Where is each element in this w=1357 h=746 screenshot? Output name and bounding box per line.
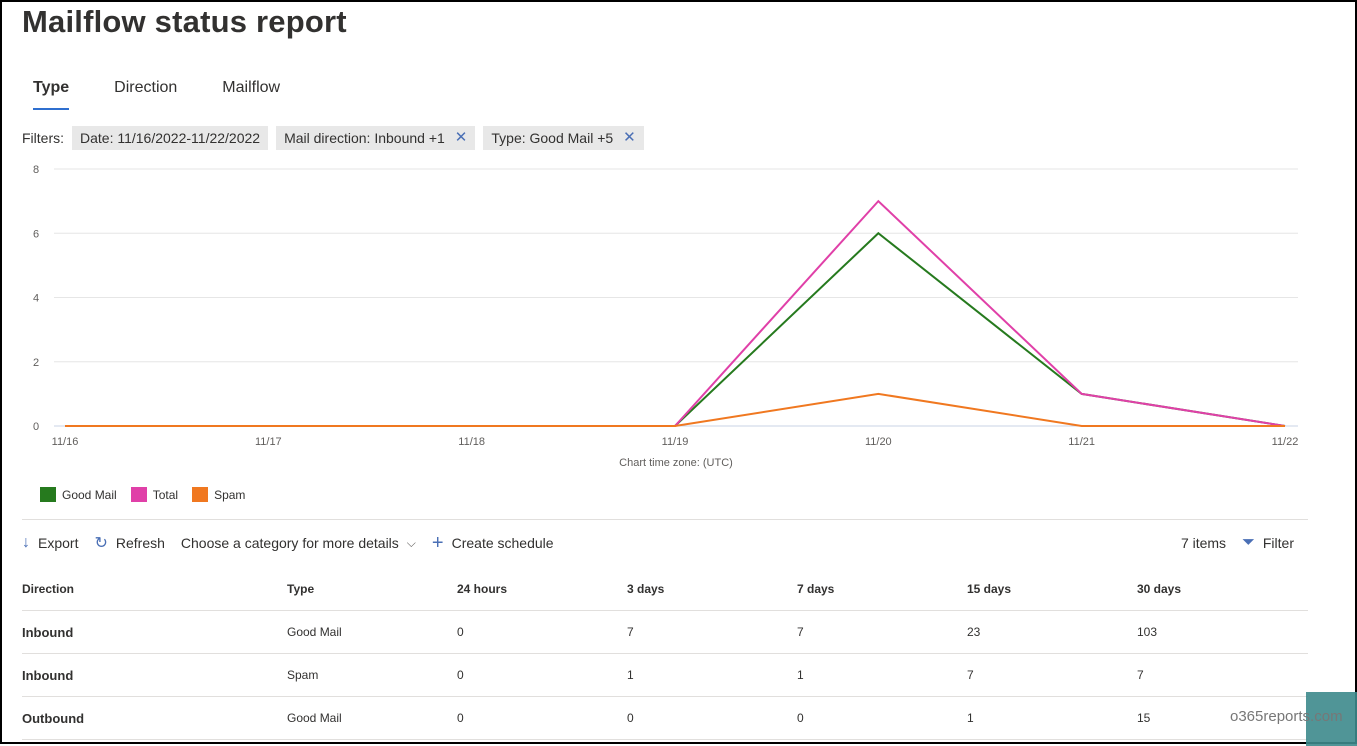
x-tick-label: 11/21 — [1068, 436, 1095, 448]
filter-label: Filter — [1262, 535, 1294, 551]
cell-direction: Inbound — [22, 653, 287, 697]
refresh-button[interactable]: ↻ Refresh — [94, 533, 164, 553]
category-dropdown[interactable]: Choose a category for more details ⌵ — [181, 535, 416, 551]
filter-chip-label: Type: Good Mail +5 — [491, 130, 614, 146]
cell-24-hours: 0 — [457, 653, 627, 697]
legend-swatch — [40, 487, 56, 502]
cell-7-days: 0 — [797, 696, 967, 740]
filter-chip-type[interactable]: Type: Good Mail +5 ✕ — [483, 126, 644, 150]
series-line-spam — [65, 392, 1285, 427]
table-header-row: Direction Type 24 hours 3 days 7 days 15… — [22, 568, 1308, 611]
close-icon[interactable]: ✕ — [455, 126, 468, 150]
legend-item-good-mail[interactable]: Good Mail — [40, 487, 117, 502]
chevron-down-icon: ⌵ — [406, 535, 416, 550]
close-icon[interactable]: ✕ — [623, 126, 636, 150]
tab-mailflow[interactable]: Mailflow — [213, 78, 289, 110]
table-row[interactable]: Outbound Good Mail 0 0 0 1 15 — [22, 696, 1308, 740]
filter-chip-date[interactable]: Date: 11/16/2022-11/22/2022 — [72, 126, 269, 150]
table-row[interactable]: Inbound Spam 0 1 1 7 7 — [22, 653, 1308, 697]
y-tick-label: 0 — [33, 421, 39, 433]
column-header-3-days[interactable]: 3 days — [627, 568, 797, 611]
mailflow-table: Direction Type 24 hours 3 days 7 days 15… — [22, 568, 1308, 740]
cell-3-days: 1 — [627, 653, 797, 697]
table-row[interactable]: Inbound Good Mail 0 7 7 23 103 — [22, 610, 1308, 654]
cell-7-days: 7 — [797, 610, 967, 654]
refresh-label: Refresh — [115, 535, 165, 551]
cell-24-hours: 0 — [457, 696, 627, 740]
tab-type[interactable]: Type — [24, 78, 78, 110]
filters-bar: Filters: Date: 11/16/2022-11/22/2022 Mai… — [22, 126, 652, 150]
legend-label: Spam — [214, 487, 246, 502]
cell-3-days: 0 — [627, 696, 797, 740]
filter-chip-label: Date: 11/16/2022-11/22/2022 — [80, 130, 261, 146]
y-tick-label: 8 — [33, 164, 39, 176]
series-line-total — [65, 199, 1286, 427]
x-tick-label: 11/19 — [662, 436, 689, 448]
cell-30-days: 7 — [1137, 653, 1308, 697]
cell-direction: Outbound — [22, 696, 287, 740]
cell-type: Good Mail — [287, 696, 457, 740]
cell-direction: Inbound — [22, 610, 287, 654]
cell-15-days: 1 — [967, 696, 1137, 740]
filter-button[interactable]: ⏷ Filter — [1242, 534, 1294, 552]
cell-type: Spam — [287, 653, 457, 697]
legend-swatch — [192, 487, 209, 502]
cell-15-days: 7 — [967, 653, 1137, 697]
download-icon: ↓ — [22, 534, 30, 551]
legend-item-total[interactable]: Total — [130, 487, 179, 502]
mailflow-line-chart: 0 2 4 6 8 11/16 11/17 11/18 11/19 11/20 11/21 11/22… — [33, 164, 1299, 469]
report-toolbar: ↓ Export ↻ Refresh Choose a category for… — [22, 532, 1302, 554]
cell-type: Good Mail — [287, 610, 457, 654]
legend-label: Good Mail — [62, 487, 117, 502]
filters-label: Filters: — [22, 130, 64, 146]
chart-legend: Good Mail Total Spam — [40, 487, 259, 502]
x-tick-label: 11/22 — [1272, 436, 1299, 448]
x-tick-label: 11/18 — [458, 436, 485, 448]
cell-3-days: 7 — [627, 610, 797, 654]
filter-chip-label: Mail direction: Inbound +1 — [284, 130, 445, 146]
divider — [22, 519, 1308, 520]
legend-item-spam[interactable]: Spam — [192, 487, 245, 502]
column-header-15-days[interactable]: 15 days — [967, 568, 1137, 611]
x-tick-label: 11/16 — [52, 436, 79, 448]
column-header-24-hours[interactable]: 24 hours — [457, 568, 627, 611]
filter-chip-mail-direction[interactable]: Mail direction: Inbound +1 ✕ — [276, 126, 476, 150]
cell-15-days: 23 — [967, 610, 1137, 654]
refresh-icon: ↻ — [94, 535, 108, 552]
tab-direction[interactable]: Direction — [105, 78, 186, 110]
column-header-direction[interactable]: Direction — [22, 568, 287, 611]
y-tick-label: 4 — [33, 293, 39, 305]
report-tabs: Type Direction Mailflow — [24, 78, 316, 110]
y-tick-label: 6 — [33, 228, 39, 240]
create-schedule-label: Create schedule — [451, 535, 554, 551]
create-schedule-button[interactable]: + Create schedule — [432, 532, 554, 555]
export-button[interactable]: ↓ Export — [22, 534, 78, 552]
x-tick-label: 11/17 — [255, 436, 282, 448]
cell-30-days: 103 — [1137, 610, 1308, 654]
export-label: Export — [38, 535, 79, 551]
y-tick-label: 2 — [33, 357, 39, 369]
category-label: Choose a category for more details — [180, 535, 399, 551]
x-axis-title: Chart time zone: (UTC) — [619, 457, 733, 469]
items-count: 7 items — [1180, 535, 1227, 551]
column-header-7-days[interactable]: 7 days — [797, 568, 967, 611]
x-tick-label: 11/20 — [865, 436, 892, 448]
page-title: Mailflow status report — [22, 4, 347, 39]
plus-icon: + — [431, 531, 444, 554]
cell-24-hours: 0 — [457, 610, 627, 654]
cell-7-days: 1 — [797, 653, 967, 697]
column-header-type[interactable]: Type — [287, 568, 457, 611]
watermark-text: o365reports.com — [1230, 708, 1343, 725]
legend-label: Total — [152, 487, 179, 502]
column-header-30-days[interactable]: 30 days — [1137, 568, 1308, 611]
filter-icon: ⏷ — [1242, 534, 1255, 551]
legend-swatch — [130, 487, 147, 502]
